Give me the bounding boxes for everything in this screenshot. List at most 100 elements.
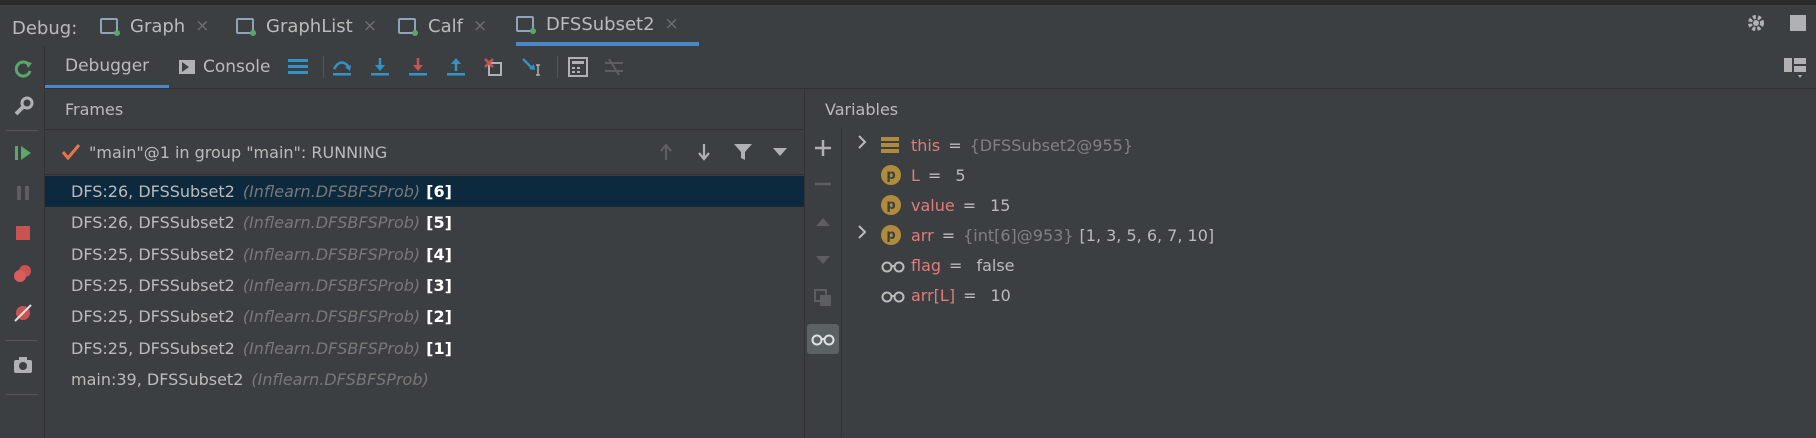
frame-package: (Inflearn.DFSBFSProb): [242, 182, 421, 201]
frame-package: (Inflearn.DFSBFSProb): [251, 369, 429, 389]
stop-icon[interactable]: [10, 220, 36, 246]
frame-row[interactable]: main:39, DFSSubset2 (Inflearn.DFSBFSProb): [45, 364, 804, 395]
variable-name: L: [911, 165, 920, 185]
equals-sign: =: [949, 255, 963, 275]
object-icon: [881, 136, 901, 154]
variable-name: arr: [911, 225, 934, 245]
mute-breakpoints-icon[interactable]: [10, 300, 36, 326]
class-icon: [398, 18, 418, 36]
frame-package: (Inflearn.DFSBFSProb): [242, 307, 421, 327]
tab-label: Calf: [428, 15, 463, 37]
check-icon: [61, 144, 81, 161]
variable-type: {int[6]@953}: [963, 225, 1074, 245]
wrench-icon[interactable]: [10, 94, 36, 120]
parameter-icon: p: [881, 165, 901, 185]
close-icon[interactable]: ×: [473, 16, 487, 36]
frame-package: (Inflearn.DFSBFSProb): [242, 213, 421, 233]
arrow-down-icon[interactable]: [696, 142, 712, 162]
frame-depth: [4]: [426, 244, 452, 264]
chevron-right-icon[interactable]: [857, 134, 867, 154]
drop-frame-icon[interactable]: [481, 54, 507, 80]
frame-row[interactable]: DFS:25, DFSSubset2 (Inflearn.DFSBFSProb)[…: [45, 301, 804, 332]
minimize-icon[interactable]: [1790, 15, 1806, 31]
debug-label: Debug:: [12, 18, 78, 39]
class-icon: [516, 16, 536, 34]
parameter-icon: p: [881, 225, 901, 245]
view-breakpoints-icon[interactable]: [10, 260, 36, 286]
frames-list-icon[interactable]: [285, 54, 311, 80]
frame-depth: [3]: [426, 275, 452, 295]
thread-selector[interactable]: "main"@1 in group "main": RUNNING: [45, 129, 804, 175]
equals-sign: =: [948, 135, 962, 155]
frame-depth: [5]: [426, 213, 452, 233]
thread-label: "main"@1 in group "main": RUNNING: [89, 142, 388, 162]
frame-row[interactable]: DFS:25, DFSSubset2 (Inflearn.DFSBFSProb)[…: [45, 270, 804, 301]
rerun-icon[interactable]: [10, 56, 36, 82]
tab-graphlist[interactable]: GraphList ×: [236, 6, 377, 46]
tab-console[interactable]: Console: [179, 46, 271, 88]
frame-location: DFS:25, DFSSubset2: [71, 244, 235, 264]
variable-value: [1, 3, 5, 6, 7, 10]: [1079, 225, 1215, 245]
variable-name: arr[L]: [911, 285, 956, 305]
variable-row[interactable]: p L = 5: [881, 160, 966, 190]
run-to-cursor-icon[interactable]: [519, 54, 545, 80]
variable-row[interactable]: p value = 15: [881, 190, 1010, 220]
tab-label: GraphList: [266, 15, 353, 37]
tab-graph[interactable]: Graph ×: [100, 6, 209, 46]
variable-row[interactable]: flag = false: [881, 250, 1015, 280]
resume-icon[interactable]: [10, 140, 36, 166]
variable-type: {DFSSubset2@955}: [969, 135, 1133, 155]
step-into-icon[interactable]: [367, 54, 393, 80]
frame-location: main:39, DFSSubset2: [71, 369, 244, 389]
tab-calf[interactable]: Calf ×: [398, 6, 487, 46]
frame-row[interactable]: DFS:26, DFSSubset2 (Inflearn.DFSBFSProb)[…: [45, 207, 804, 238]
frame-package: (Inflearn.DFSBFSProb): [242, 338, 421, 358]
step-over-icon[interactable]: [329, 54, 355, 80]
frame-depth: [2]: [426, 307, 452, 327]
frames-header: Frames: [65, 99, 124, 119]
frame-row[interactable]: DFS:26, DFSSubset2 (Inflearn.DFSBFSProb)[…: [45, 176, 804, 207]
frame-location: DFS:25, DFSSubset2: [71, 338, 235, 358]
force-step-into-icon[interactable]: [405, 54, 431, 80]
frame-row[interactable]: DFS:25, DFSSubset2 (Inflearn.DFSBFSProb)[…: [45, 333, 804, 364]
filter-icon[interactable]: [733, 142, 753, 162]
variable-name: value: [911, 195, 955, 215]
parameter-icon: p: [881, 195, 901, 215]
class-icon: [236, 18, 256, 36]
frame-location: DFS:25, DFSSubset2: [71, 275, 235, 295]
frame-package: (Inflearn.DFSBFSProb): [242, 244, 421, 264]
equals-sign: =: [962, 195, 977, 215]
gear-icon[interactable]: [1745, 12, 1767, 34]
variable-row[interactable]: p arr = {int[6]@953} [1, 3, 5, 6, 7, 10]: [881, 220, 1214, 250]
variables-panel: Variables this = {DFSSubset2@955} p L = 5 p valu…: [805, 89, 1816, 438]
equals-sign: =: [927, 165, 942, 185]
evaluate-expression-icon[interactable]: [565, 54, 591, 80]
arrow-up-icon[interactable]: [658, 142, 674, 162]
close-icon[interactable]: ×: [363, 16, 377, 36]
frame-location: DFS:25, DFSSubset2: [71, 307, 235, 327]
camera-icon[interactable]: [10, 352, 36, 378]
variable-row[interactable]: arr[L] = 10: [881, 280, 1011, 310]
tab-dfssubset2[interactable]: DFSSubset2 ×: [516, 6, 699, 46]
close-icon[interactable]: ×: [195, 16, 209, 36]
layout-settings-icon[interactable]: [1783, 56, 1807, 80]
class-icon: [100, 18, 120, 36]
frame-package: (Inflearn.DFSBFSProb): [242, 275, 421, 295]
tab-label: Graph: [130, 15, 186, 37]
equals-sign: =: [941, 225, 956, 245]
pause-icon[interactable]: [10, 180, 36, 206]
step-out-icon[interactable]: [443, 54, 469, 80]
frame-depth: [1]: [426, 338, 452, 358]
variable-value: 10: [990, 285, 1011, 305]
chevron-down-icon[interactable]: [773, 148, 787, 156]
close-icon[interactable]: ×: [665, 14, 679, 34]
watch-icon: [881, 258, 905, 273]
tab-debugger[interactable]: Debugger: [45, 46, 170, 88]
chevron-right-icon[interactable]: [857, 224, 867, 244]
trace-stream-icon: [601, 54, 627, 80]
variable-row[interactable]: this = {DFSSubset2@955}: [881, 130, 1139, 160]
variable-value: 5: [955, 165, 966, 185]
frame-location: DFS:26, DFSSubset2: [71, 213, 235, 233]
variable-value: false: [976, 255, 1015, 275]
frame-row[interactable]: DFS:25, DFSSubset2 (Inflearn.DFSBFSProb)[…: [45, 239, 804, 270]
